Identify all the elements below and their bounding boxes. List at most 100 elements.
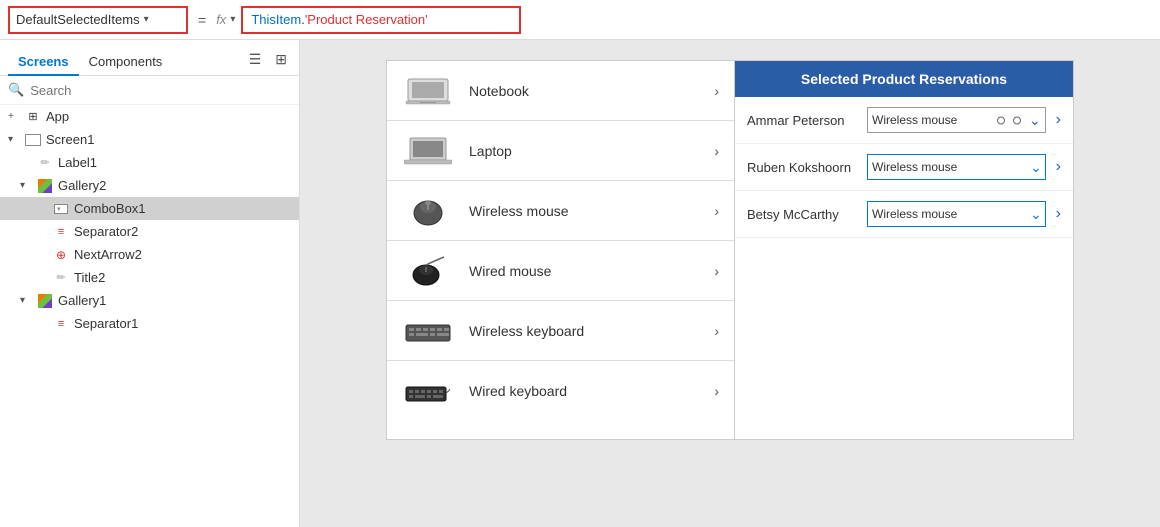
tree-item-label1[interactable]: ✏ Label1 [0,151,299,174]
tab-components[interactable]: Components [79,48,173,75]
tab-screens[interactable]: Screens [8,48,79,75]
reservation-name-betsy: Betsy McCarthy [747,207,857,222]
tree-label-screen1: Screen1 [46,132,94,147]
product-item-wired-keyboard[interactable]: Wired keyboard › [387,361,735,420]
selected-panel: Selected Product Reservations Ammar Pete… [734,60,1074,440]
reservation-row-ruben: Ruben Kokshoorn Wireless mouse Notebook … [735,144,1073,191]
product-name-notebook: Notebook [469,83,698,99]
tree-label-nextarrow2: NextArrow2 [74,247,142,262]
arrow-icon: ⊕ [52,248,70,262]
formula-bar[interactable]: ThisItem.'Product Reservation' [241,6,521,34]
tree-item-separator2[interactable]: ≡ Separator2 [0,220,299,243]
tree-label-separator2: Separator2 [74,224,138,239]
product-chevron-notebook: › [714,83,719,99]
product-name-wired-mouse: Wired mouse [469,263,698,279]
product-chevron-wired-keyboard: › [714,383,719,399]
panels-wrapper: Notebook › Laptop › [386,60,1074,440]
combo-select-ruben[interactable]: Wireless mouse Notebook Laptop Wired mou… [867,154,1046,180]
product-chevron-wireless-keyboard: › [714,323,719,339]
search-input[interactable] [30,83,291,98]
product-name-wireless-mouse: Wireless mouse [469,203,698,219]
tree-item-separator1[interactable]: ≡ Separator1 [0,312,299,335]
combobox-icon [52,202,70,216]
product-chevron-laptop: › [714,143,719,159]
gallery1-icon [36,294,54,308]
product-chevron-wireless-mouse: › [714,203,719,219]
ammar-combo-wrapper[interactable]: Wireless mouse ⌄ [867,107,1046,133]
right-area: Notebook › Laptop › [300,40,1160,527]
ammar-chevron-icon[interactable]: ⌄ [1029,112,1041,129]
row-arrow-ruben[interactable]: › [1056,158,1061,176]
wired-mouse-image [403,253,453,288]
equals-sign: = [194,12,210,28]
tree-item-gallery1[interactable]: ▾ Gallery1 [0,289,299,312]
property-label: DefaultSelectedItems [16,12,140,27]
reservation-row-ammar: Ammar Peterson Wireless mouse ⌄ › [735,97,1073,144]
product-chevron-wired-mouse: › [714,263,719,279]
product-name-laptop: Laptop [469,143,698,159]
handle-dot-right [1013,117,1021,125]
tree-label-separator1: Separator1 [74,316,138,331]
property-chevron-icon: ▾ [144,14,149,25]
product-name-wired-keyboard: Wired keyboard [469,383,698,399]
formula-text: ThisItem.'Product Reservation' [251,12,427,27]
left-panel: Screens Components ☰ ⊞ 🔍 + ⊞ App ▾ Scree… [0,40,300,527]
product-gallery: Notebook › Laptop › [386,60,736,440]
tree-item-nextarrow2[interactable]: ⊕ NextArrow2 [0,243,299,266]
tree-item-gallery2[interactable]: ▾ Gallery2 [0,174,299,197]
expand-icon: ▾ [8,134,20,145]
screen-icon [24,133,42,147]
expand-icon: ▾ [20,180,32,191]
panel-tabs: Screens Components ☰ ⊞ [0,40,299,76]
tree-label-combobox1: ComboBox1 [74,201,146,216]
selected-panel-header: Selected Product Reservations [735,61,1073,97]
fx-chevron-icon: ▾ [230,14,235,25]
tree-item-screen1[interactable]: ▾ Screen1 [0,128,299,151]
expand-icon: + [8,111,20,122]
product-item-notebook[interactable]: Notebook › [387,61,735,121]
ammar-combo-text: Wireless mouse [872,113,957,127]
tree-label-title2: Title2 [74,270,105,285]
wired-keyboard-image [403,373,453,408]
tree-item-combobox1[interactable]: ComboBox1 [0,197,299,220]
fx-box: fx ▾ [216,12,235,27]
property-dropdown[interactable]: DefaultSelectedItems ▾ [8,6,188,34]
tree-item-app[interactable]: + ⊞ App [0,105,299,128]
wireless-keyboard-image [403,313,453,348]
row-arrow-ammar[interactable]: › [1056,111,1061,129]
handle-dot-left [997,117,1005,125]
title-icon: ✏ [52,271,70,285]
reservation-row-betsy: Betsy McCarthy Wireless mouse Notebook L… [735,191,1073,238]
tree-label-gallery2: Gallery2 [58,178,106,193]
reservation-name-ammar: Ammar Peterson [747,113,857,128]
fx-icon: fx [216,12,226,27]
expand-icon: ▾ [20,295,32,306]
combo-wrapper-ruben: Wireless mouse Notebook Laptop Wired mou… [867,154,1046,180]
reservation-name-ruben: Ruben Kokshoorn [747,160,857,175]
combo-select-betsy[interactable]: Wireless mouse Notebook Laptop Wired mou… [867,201,1046,227]
tree-label-gallery1: Gallery1 [58,293,106,308]
tree-label-label1: Label1 [58,155,97,170]
ammar-combo-handle [995,113,1023,128]
app-icon: ⊞ [24,110,42,124]
product-item-laptop[interactable]: Laptop › [387,121,735,181]
product-item-wireless-keyboard[interactable]: Wireless keyboard › [387,301,735,361]
notebook-image [403,73,453,108]
laptop-image [403,133,453,168]
search-box: 🔍 [0,76,299,105]
tree-label-app: App [46,109,69,124]
list-view-icon[interactable]: ☰ [245,49,266,70]
tree-item-title2[interactable]: ✏ Title2 [0,266,299,289]
top-bar: DefaultSelectedItems ▾ = fx ▾ ThisItem.'… [0,0,1160,40]
gallery-icon [36,179,54,193]
tree-view: + ⊞ App ▾ Screen1 ✏ Label1 ▾ Gallery2 [0,105,299,527]
product-name-wireless-keyboard: Wireless keyboard [469,323,698,339]
combo-wrapper-betsy: Wireless mouse Notebook Laptop Wired mou… [867,201,1046,227]
row-arrow-betsy[interactable]: › [1056,205,1061,223]
product-item-wired-mouse[interactable]: Wired mouse › [387,241,735,301]
wireless-mouse-image [403,193,453,228]
grid-view-icon[interactable]: ⊞ [271,49,291,70]
separator-icon: ≡ [52,225,70,239]
main-layout: Screens Components ☰ ⊞ 🔍 + ⊞ App ▾ Scree… [0,40,1160,527]
product-item-wireless-mouse[interactable]: Wireless mouse › [387,181,735,241]
